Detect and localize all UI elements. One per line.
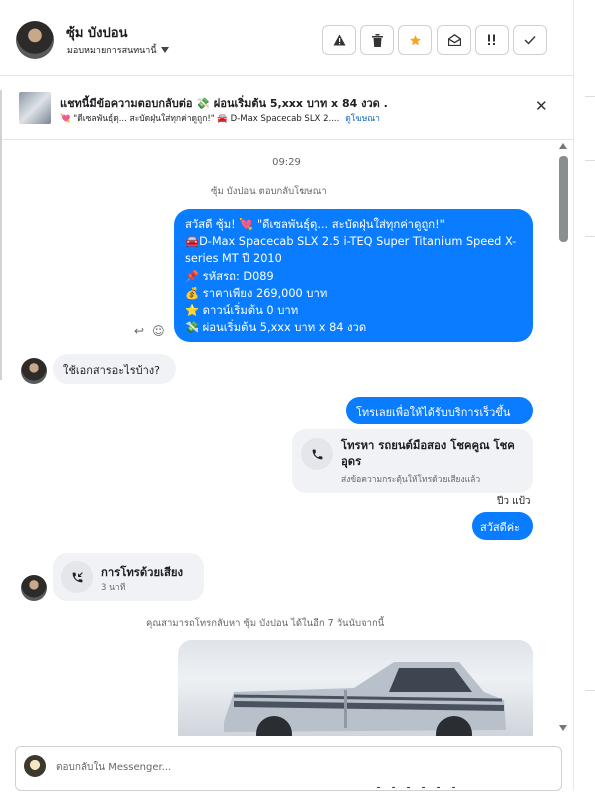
scrollbar-thumb[interactable] bbox=[559, 156, 568, 242]
close-icon[interactable]: ✕ bbox=[535, 97, 548, 115]
outgoing-message[interactable]: สวัสดี ซุ้ม! 💘 "ดีเซลพันธุ์ดุ... สะบัดฝุ… bbox=[174, 209, 533, 342]
report-spam-button[interactable] bbox=[322, 25, 356, 55]
message-composer: ⁃⁃⁃⁃⁃⁃ bbox=[15, 746, 562, 794]
ad-thumbnail bbox=[19, 92, 51, 124]
voice-call-duration: 3 นาที bbox=[101, 583, 126, 593]
incoming-message[interactable]: ใช้เอกสารอะไรบ้าง? bbox=[53, 354, 176, 384]
assign-label: มอบหมายการสนทนานี้ bbox=[67, 46, 157, 56]
conversation-header: ซุ้ม บังปอน มอบหมายการสนทนานี้ bbox=[0, 0, 573, 76]
divider bbox=[585, 236, 595, 237]
ad-reply-banner: แชทนี้มีข้อความตอบกลับต่อ 💸 ผ่อนเริ่มต้น… bbox=[0, 76, 573, 140]
scroll-up-arrow[interactable] bbox=[559, 143, 567, 149]
trash-icon bbox=[371, 33, 383, 47]
outgoing-message[interactable]: สวัสดีค่ะ bbox=[472, 512, 533, 540]
contact-name[interactable]: ซุ้ม บังปอน bbox=[66, 22, 127, 43]
phone-incoming-icon bbox=[61, 561, 93, 593]
message-line: 💸 ผ่อนเริ่มต้น 5,xxx บาท x 84 งวด bbox=[185, 321, 367, 335]
delete-button[interactable] bbox=[360, 25, 394, 55]
call-prompt-card[interactable]: โทรหา รถยนต์มือสอง โชคคูณ โชค อุดร ส่งข้… bbox=[292, 429, 533, 493]
priority-icon bbox=[488, 34, 495, 45]
voice-call-card[interactable]: การโทรด้วยเสียง 3 นาที bbox=[53, 553, 204, 601]
divider bbox=[585, 690, 595, 691]
right-side-panel bbox=[573, 0, 595, 789]
mark-done-button[interactable] bbox=[513, 25, 547, 55]
star-icon bbox=[409, 34, 421, 45]
banner-subtitle: 💘 "ดีเซลพันธุ์ดุ... สะบัดฝุ่นใส่ทุกค่าดู… bbox=[60, 111, 380, 125]
scroll-down-arrow[interactable] bbox=[559, 725, 567, 731]
message-line: series MT ปี 2010 bbox=[185, 252, 282, 266]
follow-up-button[interactable] bbox=[475, 25, 509, 55]
mail-open-icon bbox=[447, 34, 461, 46]
call-card-title: โทรหา รถยนต์มือสอง โชคคูณ โชค อุดร bbox=[341, 439, 515, 468]
mark-unread-button[interactable] bbox=[437, 25, 471, 55]
chevron-down-icon bbox=[160, 47, 169, 53]
avatar[interactable] bbox=[16, 21, 54, 59]
left-resize-edge bbox=[0, 90, 2, 380]
vehicle-photo[interactable] bbox=[178, 640, 533, 736]
star-button[interactable] bbox=[398, 25, 432, 55]
page-avatar bbox=[24, 755, 46, 777]
message-timestamp: 09:29 bbox=[272, 157, 301, 168]
view-ad-link[interactable]: ดูโฆษณา bbox=[345, 114, 380, 124]
outgoing-message[interactable]: โทรเลยเพื่อให้ได้รับบริการเร็วขึ้น bbox=[346, 397, 533, 424]
message-line: 💰 ราคาเพียง 269,000 บาท bbox=[185, 286, 328, 300]
ad-reply-note: ซุ้ม บังปอน ตอบกลับโฆษณา bbox=[211, 186, 327, 197]
warning-icon bbox=[333, 34, 345, 46]
message-line: สวัสดี ซุ้ม! 💘 "ดีเซลพันธุ์ดุ... สะบัดฝุ… bbox=[185, 218, 445, 231]
message-actions: ↩ ☺ bbox=[134, 324, 165, 338]
message-line: 🚘D-Max Spacecab SLX 2.5 i-TEQ Super Tita… bbox=[185, 235, 517, 249]
read-receipt: ปีว แป้ว bbox=[497, 496, 531, 507]
avatar bbox=[21, 358, 47, 384]
emoji-icon[interactable]: ☺ bbox=[152, 324, 165, 338]
truck-image bbox=[224, 662, 506, 736]
reply-input[interactable] bbox=[56, 757, 536, 777]
chat-panel: ซุ้ม บังปอน มอบหมายการสนทนานี้ แชทนี้มีข… bbox=[0, 0, 573, 794]
banner-title: แชทนี้มีข้อความตอบกลับต่อ 💸 ผ่อนเริ่มต้น… bbox=[60, 97, 388, 110]
divider bbox=[585, 96, 595, 97]
phone-icon bbox=[301, 438, 333, 470]
banner-ad-text: 💘 "ดีเซลพันธุ์ดุ... สะบัดฝุ่นใส่ทุกค่าดู… bbox=[60, 114, 340, 124]
callback-note: คุณสามารถโทรกลับหา ซุ้ม บังปอน ได้ในอีก … bbox=[146, 618, 385, 629]
divider bbox=[585, 160, 595, 161]
check-icon bbox=[524, 36, 536, 45]
reply-icon[interactable]: ↩ bbox=[134, 324, 144, 338]
message-line: 📌 รหัสรถ: D089 bbox=[185, 269, 274, 283]
assign-conversation-dropdown[interactable]: มอบหมายการสนทนานี้ bbox=[67, 43, 169, 57]
message-line: ⭐ ดาวน์เริ่มต้น 0 บาท bbox=[185, 304, 299, 318]
call-card-subtitle: ส่งข้อความกระตุ้นให้โทรด้วยเสียงแล้ว bbox=[341, 475, 481, 485]
avatar bbox=[21, 575, 47, 601]
voice-call-title: การโทรด้วยเสียง bbox=[101, 566, 184, 579]
